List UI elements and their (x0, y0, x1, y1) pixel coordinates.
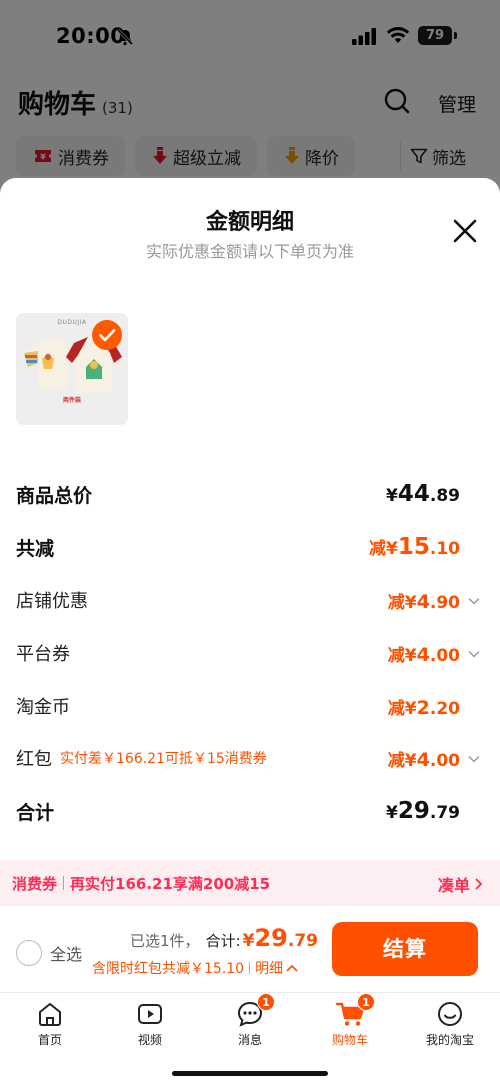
row-label: 平台券 (16, 644, 70, 665)
discount-divider (249, 962, 251, 974)
platform-coupon-value: 减¥ 4.00 (388, 641, 460, 666)
amount-dec: .00 (429, 645, 460, 666)
discount-prefix: 减¥ (387, 645, 417, 666)
row-label: 红包 (16, 749, 52, 770)
currency-symbol: ¥ (386, 486, 398, 506)
chevron-down-icon[interactable] (468, 591, 480, 610)
amount-int: 15 (397, 534, 430, 560)
total-price-value: ¥44.89 (386, 481, 460, 507)
tab-home[interactable]: 首页 (10, 999, 90, 1048)
amount-int: 29 (397, 798, 430, 824)
tab-label: 我的淘宝 (425, 1033, 474, 1047)
amount-int: 4 (416, 590, 430, 613)
coupon-text: 再实付166.21享满200减15 (70, 874, 271, 893)
checkout-summary: 已选1件， 合计: ¥29.79 (130, 924, 318, 952)
discount-summary[interactable]: 含限时红包共减￥15.10 明细 (92, 958, 298, 978)
cart-icon: 1 (335, 993, 375, 1029)
tab-label: 视频 (137, 1033, 162, 1047)
selected-check-icon[interactable] (92, 320, 122, 350)
row-label: 淘金币 (16, 697, 70, 718)
amount-dec: .20 (429, 698, 460, 719)
tab-my-taobao[interactable]: 我的淘宝 (410, 999, 490, 1048)
chevron-up-icon (286, 964, 298, 972)
home-icon (35, 999, 65, 1029)
discount-prefix: 减¥ (387, 592, 417, 613)
sheet-subtitle: 实际优惠金额请以下单页为准 (145, 242, 354, 261)
coupon-promo-strip[interactable]: 消费券 再实付166.21享满200减15 凑单 (0, 860, 500, 906)
discount-text: 含限时红包共减￥15.10 (92, 961, 245, 977)
checkout-total: ¥29.79 (243, 924, 318, 952)
select-all-label: 全选 (50, 945, 83, 964)
row-subtotal: 合计 ¥29.79 (16, 795, 480, 827)
video-icon (135, 999, 165, 1029)
currency-symbol: ¥ (242, 931, 255, 951)
tab-cart[interactable]: 1 购物车 (310, 993, 390, 1048)
discount-prefix: 减¥ (369, 539, 398, 559)
checkout-button[interactable]: 结算 (332, 922, 478, 976)
subtotal-value: ¥29.79 (386, 798, 460, 824)
tab-label: 首页 (37, 1033, 62, 1047)
row-label: 店铺优惠 (16, 591, 88, 612)
coupon-tag: 消费券 (12, 874, 58, 893)
amount-dec: .90 (429, 592, 460, 613)
close-icon[interactable] (452, 218, 478, 244)
tab-label: 消息 (237, 1033, 262, 1047)
total-discount-value: 减¥ 15.10 (369, 534, 460, 560)
add-items-label: 凑单 (437, 876, 470, 895)
taojinbi-value: 减¥ 2.20 (388, 694, 460, 719)
red-packet-hint: 实付差￥166.21可抵￥15消费券 (60, 751, 267, 767)
amount-dec: .00 (429, 750, 460, 771)
cart-badge: 1 (357, 993, 375, 1011)
row-label: 共减 (16, 537, 55, 560)
amount-dec: .89 (429, 486, 460, 506)
picked-count: 已选1件， (130, 932, 200, 950)
row-label: 合计 (16, 801, 55, 824)
sheet-title: 金额明细 (205, 210, 294, 235)
coupon-divider (63, 876, 65, 890)
row-taojinbi: 淘金币 减¥ 2.20 (16, 691, 480, 721)
chevron-down-icon[interactable] (468, 644, 480, 663)
chevron-right-icon (475, 878, 483, 890)
amount-int: 2 (416, 696, 430, 719)
row-total-price: 商品总价 ¥44.89 (16, 478, 480, 510)
row-platform-coupon[interactable]: 平台券 减¥ 4.00 (16, 638, 480, 668)
row-total-discount: 共减 减¥ 15.10 (16, 531, 480, 563)
add-items-link[interactable]: 凑单 (438, 872, 484, 896)
amount-int: 44 (397, 481, 430, 507)
tab-label: 购物车 (331, 1033, 368, 1047)
home-indicator (172, 1071, 328, 1076)
amount-dec: .79 (287, 931, 318, 951)
discount-prefix: 减¥ (387, 750, 417, 771)
modal-overlay[interactable] (0, 0, 500, 190)
amount-dec: .79 (429, 803, 460, 823)
row-red-packet[interactable]: 红包 实付差￥166.21可抵￥15消费券 减¥ 4.00 (16, 743, 480, 773)
row-label: 商品总价 (16, 484, 93, 507)
select-all-toggle[interactable]: 全选 (16, 940, 82, 966)
currency-symbol: ¥ (386, 803, 398, 823)
red-packet-value: 减¥ 4.00 (388, 746, 460, 771)
chevron-down-icon[interactable] (468, 749, 480, 768)
row-store-discount[interactable]: 店铺优惠 减¥ 4.90 (16, 585, 480, 615)
amount-int: 4 (416, 748, 430, 771)
amount-int: 4 (416, 643, 430, 666)
checkout-bar: 全选 已选1件， 合计: ¥29.79 含限时红包共减￥15.10 明细 结算 (0, 906, 500, 992)
sum-label: 合计: (205, 932, 241, 950)
message-badge: 1 (257, 993, 275, 1011)
amount-int: 29 (254, 924, 288, 952)
profile-smile-icon (435, 999, 465, 1029)
amount-dec: .10 (429, 539, 460, 559)
tab-video[interactable]: 视频 (110, 999, 190, 1048)
message-icon: 1 (235, 993, 275, 1029)
store-discount-value: 减¥ 4.90 (388, 588, 460, 613)
detail-link[interactable]: 明细 (255, 958, 283, 978)
select-all-radio[interactable] (16, 940, 42, 966)
discount-prefix: 减¥ (387, 698, 417, 719)
tab-messages[interactable]: 1 消息 (210, 993, 290, 1048)
product-tag: 两件装 (62, 397, 81, 404)
